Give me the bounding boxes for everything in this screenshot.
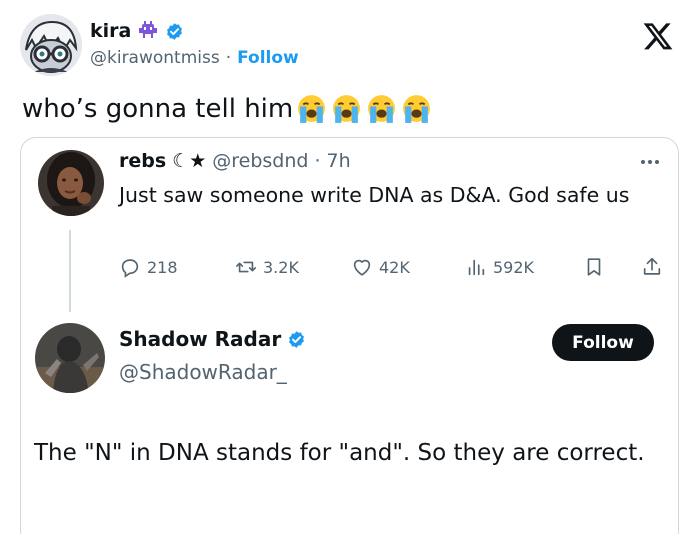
views-count: 592K [493, 257, 535, 277]
views-chart-icon [468, 259, 485, 276]
rebs-name-decoration: ☾★ [172, 150, 207, 172]
kira-avatar[interactable] [20, 14, 82, 76]
x-logo-icon[interactable] [642, 20, 674, 52]
follow-link[interactable]: Follow [237, 48, 299, 68]
rebs-separator: · [314, 150, 321, 172]
crying-emoji-row [295, 92, 433, 125]
repost-action[interactable]: 3.2K [235, 256, 299, 278]
rebs-timestamp[interactable]: 7h [327, 150, 351, 172]
outer-name-row: kira [90, 20, 184, 42]
separator-dot: · [225, 48, 232, 68]
follow-button[interactable]: Follow [552, 324, 654, 361]
thread-connector-line [69, 230, 71, 312]
loudly-crying-face-icon [365, 92, 398, 125]
shadow-radar-tweet-text: The "N" in DNA stands for "and". So they… [34, 440, 645, 466]
share-icon [643, 257, 661, 275]
verified-badge-icon [287, 330, 306, 349]
outer-author-handle[interactable]: @kirawontmiss [90, 48, 220, 68]
rebs-author-handle[interactable]: @rebsdnd [212, 150, 308, 172]
shadow-radar-author-handle[interactable]: @ShadowRadar_ [119, 360, 287, 384]
outer-tweet-text: who’s gonna tell him [22, 92, 433, 125]
reply-count: 218 [147, 257, 178, 277]
reply-action[interactable]: 218 [119, 256, 178, 278]
more-options-icon[interactable] [638, 150, 662, 174]
share-action[interactable] [641, 256, 663, 278]
shadow-radar-name-row: Shadow Radar [119, 327, 306, 351]
repost-count: 3.2K [263, 257, 299, 277]
outer-handle-row: @kirawontmiss · Follow [90, 48, 299, 68]
alien-monster-icon [137, 21, 159, 41]
rebs-avatar[interactable] [38, 150, 104, 216]
quoted-thread-card[interactable]: rebs ☾★ @rebsdnd · 7h Just saw someone w… [20, 137, 679, 534]
rebs-tweet-text: Just saw someone write DNA as D&A. God s… [119, 183, 630, 207]
loudly-crying-face-icon [330, 92, 363, 125]
action-bar: 218 3.2K 42K 592K [119, 256, 667, 286]
outer-author-name[interactable]: kira [90, 20, 131, 42]
rebs-author-name[interactable]: rebs [119, 150, 166, 172]
shadow-radar-author-name[interactable]: Shadow Radar [119, 327, 281, 351]
outer-tweet-header: kira @kirawontmiss · Follow [20, 14, 680, 80]
like-count: 42K [379, 257, 410, 277]
verified-badge-icon [165, 22, 184, 41]
rebs-header: rebs ☾★ @rebsdnd · 7h [119, 150, 351, 172]
heart-icon [353, 259, 371, 276]
reply-icon [121, 259, 139, 278]
loudly-crying-face-icon [295, 92, 328, 125]
bookmark-action[interactable] [583, 256, 605, 278]
outer-tweet-body: who’s gonna tell him [22, 93, 294, 124]
shadow-radar-avatar[interactable] [35, 323, 105, 393]
views-action[interactable]: 592K [465, 256, 534, 278]
bookmark-icon [587, 258, 601, 276]
repost-icon [236, 261, 256, 273]
loudly-crying-face-icon [400, 92, 433, 125]
like-action[interactable]: 42K [351, 256, 410, 278]
